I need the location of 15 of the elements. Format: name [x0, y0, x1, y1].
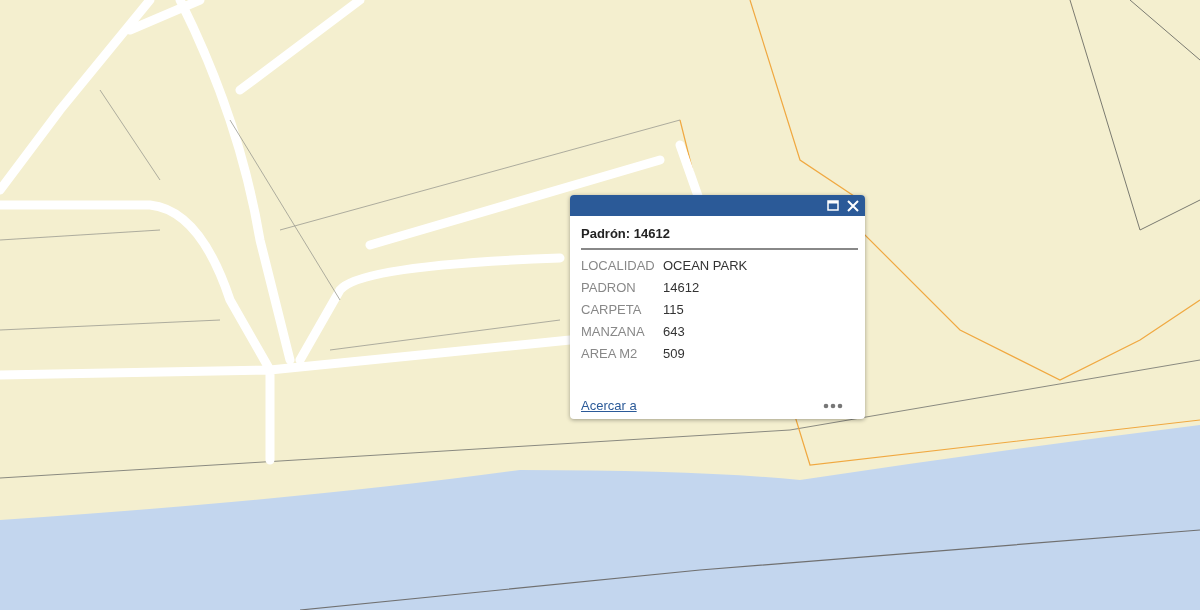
field-value: 115: [663, 302, 685, 317]
popup-title: Padrón: 14612: [581, 226, 671, 241]
field-label: LOCALIDAD: [581, 258, 656, 273]
field-value: 643: [663, 324, 686, 339]
field-label: AREA M2: [581, 346, 639, 361]
more-icon[interactable]: [823, 402, 843, 409]
field-value: 14612: [663, 280, 701, 295]
maximize-icon[interactable]: [827, 200, 839, 211]
field-value: OCEAN PARK: [663, 258, 749, 273]
field-label: CARPETA: [581, 302, 643, 317]
close-icon[interactable]: [847, 199, 859, 212]
field-label: PADRON: [581, 280, 637, 295]
zoom-to-link[interactable]: Acercar a: [581, 398, 637, 413]
field-label: MANZANA: [581, 324, 646, 339]
field-value: 509: [663, 346, 686, 361]
